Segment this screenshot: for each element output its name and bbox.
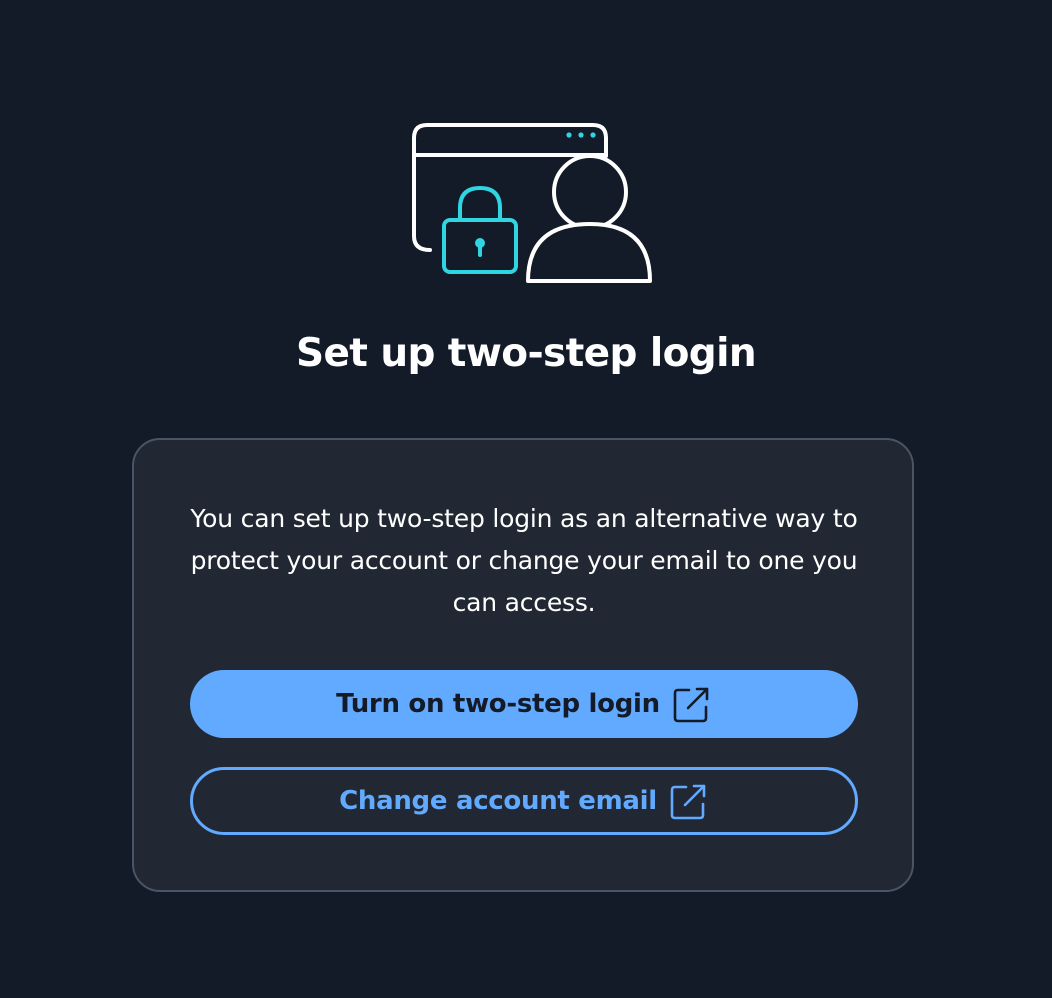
external-link-icon xyxy=(669,781,709,821)
primary-button-label: Turn on two-step login xyxy=(336,689,660,719)
turn-on-two-step-login-button[interactable]: Turn on two-step login xyxy=(190,670,858,738)
browser-lock-user-icon xyxy=(412,123,652,283)
external-link-icon xyxy=(672,684,712,724)
card-description: You can set up two-step login as an alte… xyxy=(190,504,858,617)
two-step-illustration xyxy=(408,120,658,288)
page-title: Set up two-step login xyxy=(295,331,757,376)
info-card: You can set up two-step login as an alte… xyxy=(132,438,914,892)
secondary-button-label: Change account email xyxy=(339,786,657,816)
change-account-email-button[interactable]: Change account email xyxy=(190,767,858,835)
